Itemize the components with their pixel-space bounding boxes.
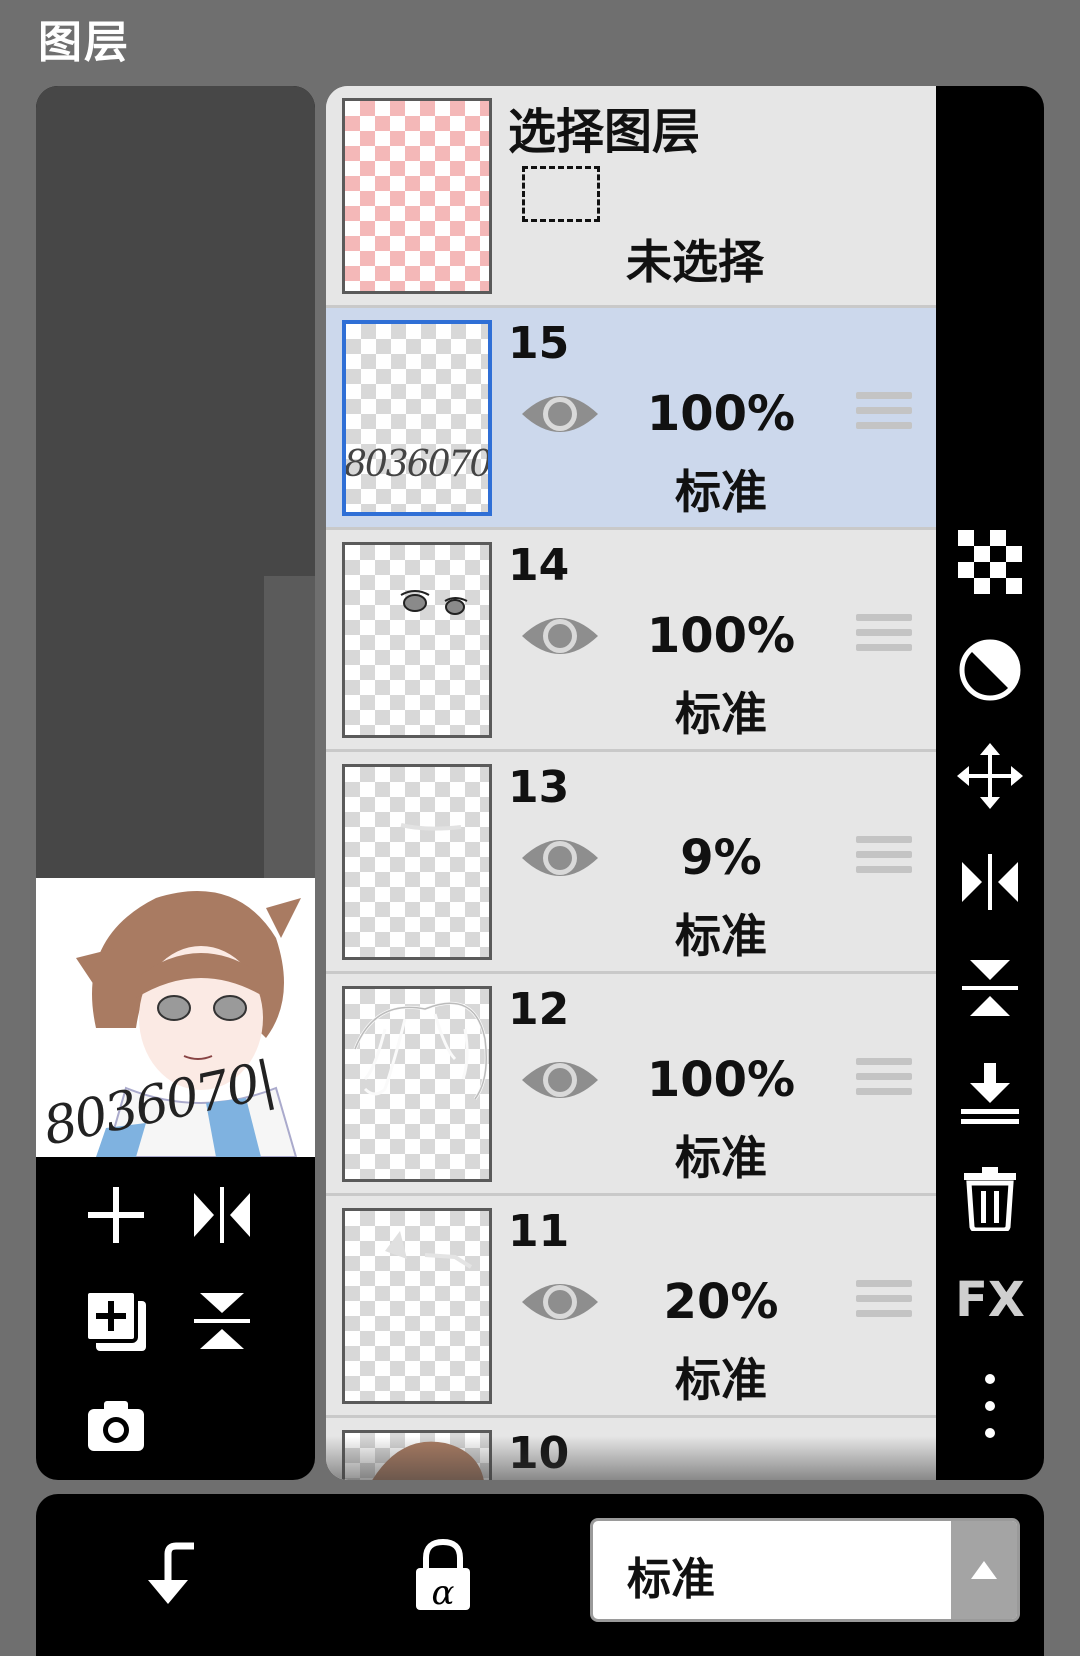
flip-horizontal-icon[interactable] [182, 1175, 262, 1255]
fx-icon[interactable]: FX [954, 1264, 1026, 1336]
add-layer-icon[interactable] [76, 1175, 156, 1255]
blend-mode-select[interactable]: 标准 [590, 1518, 1020, 1622]
layer-thumbnail [342, 764, 492, 960]
layer-number: 13 [508, 762, 570, 813]
layer-row-11[interactable]: 11 20% 标准 [326, 1196, 936, 1418]
alpha-lock-icon[interactable]: α [398, 1530, 488, 1620]
more-icon[interactable] [954, 1370, 1026, 1442]
drag-handle-icon[interactable] [856, 1280, 912, 1330]
layer-row-13[interactable]: 13 9% 标准 [326, 752, 936, 974]
layer-row-15[interactable]: 8036070| 15 100% 标准 [326, 308, 936, 530]
layer-number: 11 [508, 1206, 570, 1257]
drag-handle-icon[interactable] [856, 392, 912, 442]
visibility-eye-icon[interactable] [520, 608, 600, 668]
layer-opacity[interactable]: 9% [616, 830, 826, 886]
layer-opacity[interactable]: 100% [616, 608, 826, 664]
move-icon[interactable] [954, 740, 1026, 812]
layer-thumbnail: 8036070| [342, 320, 492, 516]
layer-blend-mode: 标准 [675, 687, 767, 741]
visibility-eye-icon[interactable] [520, 386, 600, 446]
layer-blend-mode: 标准 [675, 1353, 767, 1407]
layer-row-14[interactable]: 14 100% 标准 [326, 530, 936, 752]
right-toolbar: FX [936, 86, 1044, 1480]
merge-down-icon[interactable] [954, 1058, 1026, 1130]
camera-icon[interactable] [76, 1385, 156, 1465]
selection-rect-icon [522, 166, 600, 222]
layer-thumbnail-text: 8036070| [344, 444, 492, 485]
canvas-preview[interactable]: 8036070| [36, 878, 315, 1157]
invert-icon[interactable] [954, 634, 1026, 706]
layer-number: 12 [508, 984, 570, 1035]
chevron-up-icon[interactable] [951, 1521, 1017, 1619]
layer-number: 14 [508, 540, 570, 591]
layer-list: 选择图层 未选择 8036070| 15 100% 标准 14 100% 标准 [326, 86, 936, 1480]
flip-horizontal-icon[interactable] [954, 846, 1026, 918]
selection-layer-row[interactable]: 选择图层 未选择 [326, 86, 936, 308]
layer-thumbnail [342, 1208, 492, 1404]
layer-blend-mode: 标准 [675, 909, 767, 963]
selection-layer-thumbnail [342, 98, 492, 294]
layer-number: 15 [508, 318, 570, 369]
drag-handle-icon[interactable] [856, 1058, 912, 1108]
layer-blend-mode: 标准 [675, 1131, 767, 1185]
layer-thumbnail [342, 542, 492, 738]
layer-opacity[interactable]: 100% [616, 1052, 826, 1108]
selection-layer-title: 选择图层 [508, 104, 701, 160]
svg-text:α: α [432, 1573, 455, 1612]
canvas-strip [264, 576, 315, 878]
bottom-bar: α 标准 [36, 1494, 1044, 1656]
canvas-panel: 8036070| [36, 86, 315, 1480]
transparency-icon[interactable] [954, 526, 1026, 598]
flip-vertical-icon[interactable] [182, 1281, 262, 1361]
left-toolbar [36, 1157, 315, 1480]
clip-icon[interactable] [128, 1530, 218, 1620]
drag-handle-icon[interactable] [856, 836, 912, 886]
panel-title: 图层 [38, 17, 130, 68]
layer-thumbnail-art [353, 1001, 488, 1100]
flip-vertical-icon[interactable] [954, 952, 1026, 1024]
drag-handle-icon[interactable] [856, 614, 912, 664]
selection-status: 未选择 [626, 235, 764, 289]
layer-opacity[interactable]: 20% [616, 1274, 826, 1330]
layer-thumbnail-art [400, 590, 468, 615]
visibility-eye-icon[interactable] [520, 1052, 600, 1112]
layer-thumbnail [342, 986, 492, 1182]
layer-thumbnail-art [400, 823, 462, 831]
layer-blend-mode: 标准 [675, 465, 767, 519]
blend-mode-value: 标准 [627, 1554, 715, 1605]
layer-thumbnail-art [385, 1231, 473, 1269]
visibility-eye-icon[interactable] [520, 830, 600, 890]
layer-row-12[interactable]: 12 100% 标准 [326, 974, 936, 1196]
duplicate-layer-icon[interactable] [76, 1281, 156, 1361]
list-fade [326, 1436, 936, 1480]
visibility-eye-icon[interactable] [520, 1274, 600, 1334]
delete-icon[interactable] [954, 1162, 1026, 1234]
layer-opacity[interactable]: 100% [616, 386, 826, 442]
